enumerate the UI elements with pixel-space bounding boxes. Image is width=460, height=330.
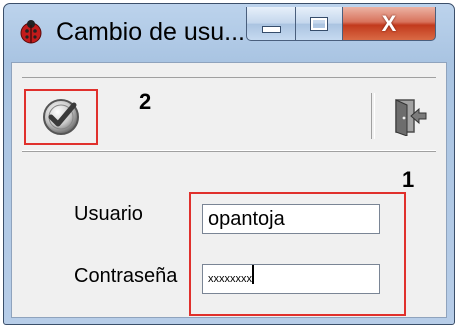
annotation-number-2: 2 xyxy=(139,89,152,114)
close-button[interactable]: X xyxy=(342,7,436,41)
username-value: opantoja xyxy=(208,208,285,230)
accept-button[interactable] xyxy=(24,89,98,145)
password-label: Contraseña xyxy=(74,265,178,287)
username-label: Usuario xyxy=(74,203,143,225)
window-title: Cambio de usu... xyxy=(56,18,245,46)
title-bar[interactable]: Cambio de usu... X xyxy=(4,4,454,56)
username-input[interactable]: opantoja xyxy=(202,204,380,234)
password-input[interactable]: xxxxxxxx xyxy=(202,264,380,294)
exit-door-icon xyxy=(395,99,427,136)
exit-button[interactable] xyxy=(385,93,433,139)
maximize-button[interactable] xyxy=(295,7,343,41)
text-caret xyxy=(252,265,254,285)
login-window: Cambio de usu... X 2 1 Usuario Contraseñ… xyxy=(3,3,455,325)
maximize-icon xyxy=(310,16,328,31)
dialog-body: 2 1 Usuario Contraseña opantoja xxxxxxxx xyxy=(11,62,447,318)
check-circle-icon xyxy=(43,99,79,135)
ladybug-app-icon xyxy=(20,20,42,44)
toolbar-separator xyxy=(371,93,375,139)
close-icon: X xyxy=(381,10,397,36)
annotation-number-1: 1 xyxy=(402,167,415,192)
password-value: xxxxxxxx xyxy=(208,273,252,285)
minimize-button[interactable] xyxy=(246,7,296,41)
minimize-icon xyxy=(261,26,281,33)
